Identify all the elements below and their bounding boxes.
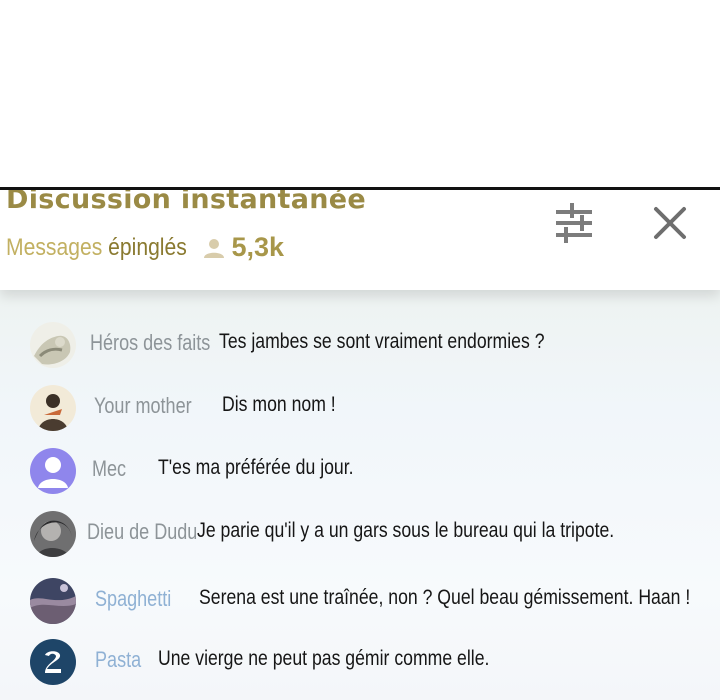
close-icon[interactable] [652,205,688,241]
message-text: Je parie qu'il y a un gars sous le burea… [197,519,615,542]
avatar[interactable] [30,511,76,557]
message-item[interactable]: Dieu de Dudu Je parie qu'il y a un gars … [0,509,720,559]
person-icon [204,238,225,258]
message-text: Tes jambes se sont vraiment endormies ? [219,330,545,353]
pinned-messages-row[interactable]: Messages épinglés 5,3k [6,232,284,263]
username[interactable]: Your mother [94,393,192,419]
blank-top-area [0,0,720,187]
username[interactable]: Héros des faits [90,330,210,356]
message-item[interactable]: Spaghetti Serena est une traînée, non ? … [0,576,720,626]
avatar[interactable] [30,448,76,494]
message-text: Une vierge ne peut pas gémir comme elle. [158,647,490,670]
avatar[interactable] [30,322,76,368]
message-item[interactable]: Your mother Dis mon nom ! [0,383,720,433]
username[interactable]: Dieu de Dudu [87,519,197,545]
message-item[interactable]: Héros des faits Tes jambes se sont vraim… [0,320,720,370]
sliders-icon[interactable] [553,203,595,243]
avatar[interactable] [30,385,76,431]
username[interactable]: Spaghetti [95,586,171,612]
pinned-messages-link[interactable]: Messages épinglés [6,234,187,262]
message-text: Serena est une traînée, non ? Quel beau … [199,586,691,609]
avatar[interactable] [30,578,76,624]
username[interactable]: Mec [92,456,126,482]
viewer-count: 5,3k [231,232,285,262]
message-item[interactable]: Mec T'es ma préférée du jour. [0,446,720,496]
chat-header: Discussion instantanée Messages épinglés… [0,190,720,290]
chat-title: Discussion instantanée [6,187,366,215]
avatar[interactable] [30,639,76,685]
live-chat-panel: Discussion instantanée Messages épinglés… [0,187,720,700]
username[interactable]: Pasta [95,647,141,673]
message-item[interactable]: Pasta Une vierge ne peut pas gémir comme… [0,637,720,687]
message-text: Dis mon nom ! [222,393,336,416]
message-text: T'es ma préférée du jour. [158,456,354,479]
